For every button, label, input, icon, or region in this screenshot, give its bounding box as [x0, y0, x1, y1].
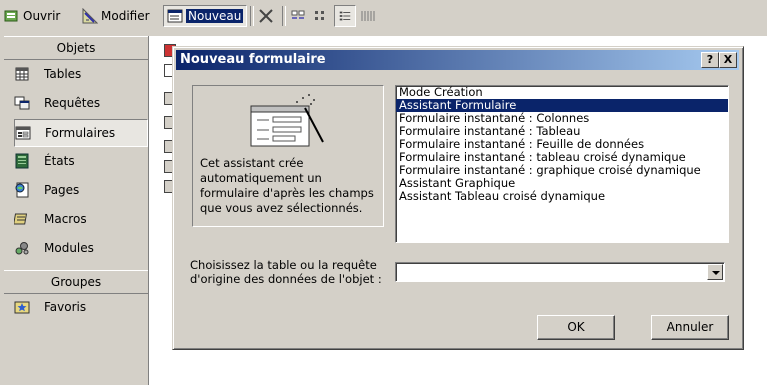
sidebar-item-label: Tables [44, 67, 82, 81]
sidebar-item-modules[interactable]: Modules [14, 235, 148, 261]
sidebar-item-label: Formulaires [45, 126, 116, 140]
sidebar-item-label: États [44, 154, 75, 168]
toolbar-separator [282, 6, 286, 26]
favorites-icon [14, 301, 30, 314]
wizard-description: Cet assistant crée automatiquement un fo… [200, 156, 374, 215]
list-view-icon [339, 11, 351, 21]
small-icons-button[interactable] [313, 5, 329, 27]
form-wizard-icon [250, 94, 324, 147]
open-label: Ouvrir [23, 9, 61, 23]
list-item[interactable]: Assistant Tableau croisé dynamique [396, 190, 728, 203]
list-view-button[interactable] [334, 5, 356, 27]
dialog-titlebar[interactable]: Nouveau formulaire ? X [176, 50, 739, 70]
open-button[interactable]: Ouvrir [4, 5, 60, 27]
large-icons-icon [291, 10, 305, 19]
wizard-options-listbox[interactable]: Mode Création Assistant Formulaire Formu… [395, 85, 729, 243]
open-icon [4, 10, 18, 22]
sidebar-item-label: Pages [44, 183, 80, 197]
page-icon [15, 182, 29, 198]
toolbar-separator [250, 6, 254, 26]
query-icon [14, 96, 30, 110]
objects-bar: Objets Tables Requêtes Formulaires États… [0, 36, 149, 385]
sidebar-item-label: Favoris [44, 300, 87, 314]
modify-button[interactable]: Modifier [82, 5, 150, 27]
close-button[interactable]: X [719, 52, 737, 68]
help-button[interactable]: ? [701, 52, 719, 68]
report-icon [15, 153, 29, 169]
sidebar-item-queries[interactable]: Requêtes [14, 90, 148, 116]
sidebar-item-label: Macros [44, 212, 87, 226]
new-button[interactable]: Nouveau [163, 5, 248, 27]
chevron-down-icon[interactable] [707, 264, 723, 280]
new-form-icon [167, 9, 183, 23]
wizard-preview-panel: Cet assistant crée automatiquement un fo… [192, 85, 384, 227]
sidebar-item-favorites[interactable]: Favoris [14, 294, 148, 320]
toolbar: Ouvrir Modifier Nouveau [0, 0, 767, 36]
sidebar-item-macros[interactable]: Macros [14, 206, 148, 232]
macro-icon [14, 213, 28, 225]
delete-icon [259, 9, 273, 23]
sidebar-item-pages[interactable]: Pages [14, 177, 148, 203]
table-icon [15, 67, 29, 81]
modify-label: Modifier [101, 9, 150, 23]
groups-header[interactable]: Groupes [4, 270, 148, 294]
sidebar-item-tables[interactable]: Tables [14, 61, 148, 87]
sidebar-item-reports[interactable]: États [14, 148, 148, 174]
new-form-dialog: Nouveau formulaire ? X Cet assistant cré… [172, 46, 744, 350]
details-view-icon [361, 11, 375, 21]
sidebar-item-label: Requêtes [44, 96, 101, 110]
sidebar-item-label: Modules [44, 241, 94, 255]
small-icons-icon [315, 11, 324, 20]
delete-button[interactable] [258, 5, 274, 27]
dialog-title: Nouveau formulaire [180, 52, 326, 67]
design-ruler-icon [82, 8, 98, 24]
ok-button[interactable]: OK [537, 315, 615, 340]
source-select[interactable] [395, 262, 725, 282]
details-view-button[interactable] [360, 5, 376, 27]
cancel-button[interactable]: Annuler [651, 315, 729, 340]
sidebar-item-forms[interactable]: Formulaires [14, 119, 148, 147]
large-icons-button[interactable] [290, 5, 306, 27]
objects-group-header[interactable]: Objets [4, 36, 148, 60]
source-label: Choisissez la table ou la requête d'orig… [190, 258, 382, 286]
new-label: Nouveau [186, 9, 244, 23]
form-icon [15, 126, 31, 140]
module-icon [15, 242, 29, 255]
